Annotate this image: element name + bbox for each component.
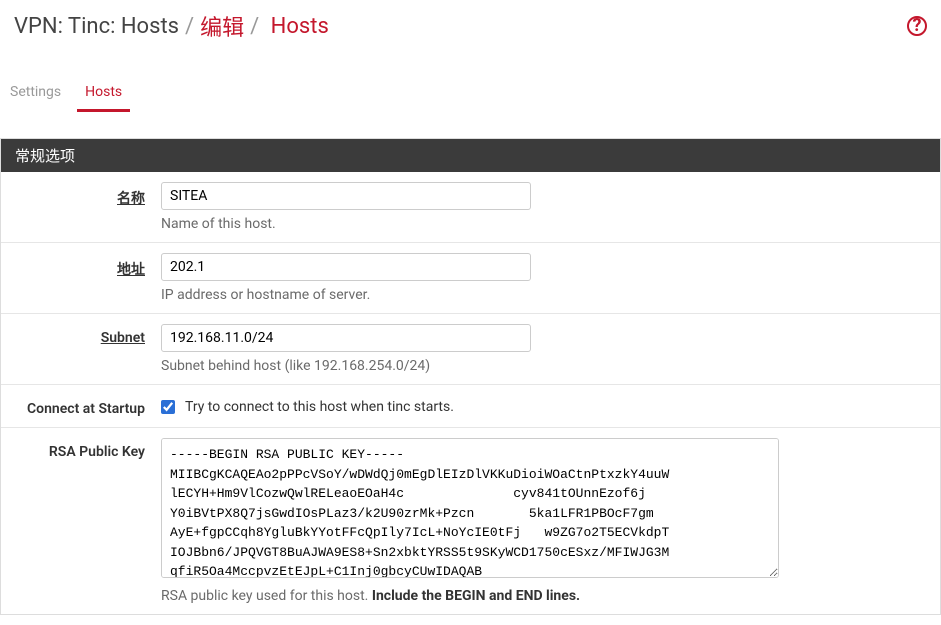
page-header: VPN: Tinc: Hosts / 编辑 / Hosts ? bbox=[0, 0, 941, 52]
row-rsa: RSA Public Key -----BEGIN RSA PUBLIC KEY… bbox=[1, 428, 940, 614]
breadcrumb-edit[interactable]: 编辑 bbox=[200, 10, 244, 42]
label-subnet: Subnet bbox=[1, 324, 161, 374]
value-connect: Try to connect to this host when tinc st… bbox=[161, 395, 940, 417]
value-address: IP address or hostname of server. bbox=[161, 253, 940, 303]
breadcrumb-hosts[interactable]: Hosts bbox=[271, 14, 329, 39]
label-connect: Connect at Startup bbox=[1, 395, 161, 417]
breadcrumb-main: VPN: Tinc: Hosts bbox=[14, 14, 179, 39]
label-rsa: RSA Public Key bbox=[1, 438, 161, 604]
value-subnet: Subnet behind host (like 192.168.254.0/2… bbox=[161, 324, 940, 374]
help-name: Name of this host. bbox=[161, 216, 926, 232]
rsa-textarea[interactable]: -----BEGIN RSA PUBLIC KEY----- MIIBCgKCA… bbox=[161, 438, 779, 578]
value-rsa: -----BEGIN RSA PUBLIC KEY----- MIIBCgKCA… bbox=[161, 438, 940, 604]
breadcrumb-separator: / bbox=[185, 14, 194, 39]
help-address: IP address or hostname of server. bbox=[161, 287, 926, 303]
tabs: Settings Hosts bbox=[0, 76, 941, 110]
name-input[interactable] bbox=[161, 182, 531, 210]
tab-settings[interactable]: Settings bbox=[8, 76, 63, 110]
breadcrumb: VPN: Tinc: Hosts / 编辑 / Hosts bbox=[14, 10, 329, 42]
help-subnet: Subnet behind host (like 192.168.254.0/2… bbox=[161, 358, 926, 374]
address-input[interactable] bbox=[161, 253, 531, 281]
tab-hosts[interactable]: Hosts bbox=[83, 76, 124, 110]
row-subnet: Subnet Subnet behind host (like 192.168.… bbox=[1, 314, 940, 385]
row-name: 名称 Name of this host. bbox=[1, 172, 940, 243]
general-options-section: 常规选项 名称 Name of this host. 地址 IP address… bbox=[0, 138, 941, 615]
connect-checkbox[interactable] bbox=[161, 400, 175, 414]
breadcrumb-separator: / bbox=[250, 14, 259, 39]
subnet-input[interactable] bbox=[161, 324, 531, 352]
section-title: 常规选项 bbox=[1, 139, 940, 172]
label-address: 地址 bbox=[1, 253, 161, 303]
row-address: 地址 IP address or hostname of server. bbox=[1, 243, 940, 314]
connect-checkbox-label: Try to connect to this host when tinc st… bbox=[185, 399, 454, 415]
help-rsa: RSA public key used for this host. Inclu… bbox=[161, 588, 926, 604]
value-name: Name of this host. bbox=[161, 182, 940, 232]
help-icon[interactable]: ? bbox=[907, 16, 927, 36]
label-name: 名称 bbox=[1, 182, 161, 232]
row-connect: Connect at Startup Try to connect to thi… bbox=[1, 385, 940, 428]
